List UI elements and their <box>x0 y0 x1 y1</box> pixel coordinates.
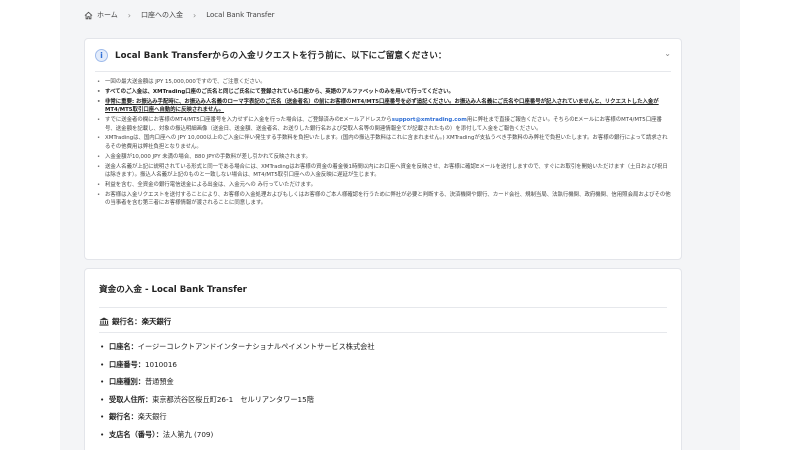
notice-title: Local Bank Transferからの入金リクエストを行う前に、以下にご留… <box>115 51 447 61</box>
chevron-down-icon[interactable]: ⌄ <box>664 49 671 58</box>
notice-item-important: 非常に重要: お振込み手配時に、お振込み人名義のローマ字表記のご氏名（送金者名）… <box>95 98 671 115</box>
chevron-right-icon: › <box>193 10 197 20</box>
detail-key: 口座種別： <box>109 377 145 386</box>
detail-key: 支店名（番号）： <box>109 429 163 439</box>
notice-item: 利益を含む、全資金の銀行電信送金による出金は、入金元への み行っていただけます。 <box>95 181 671 190</box>
support-email-link[interactable]: support@xmtrading.com <box>392 117 467 123</box>
detail-key: 口座名： <box>109 342 138 351</box>
breadcrumb: ホーム › 口座への入金 › Local Bank Transfer <box>84 9 275 21</box>
detail-account-name: 口座名：イージーコレクトアンドインターナショナルペイメントサービス株式会社 <box>99 342 667 360</box>
detail-key: 受取人住所： <box>109 394 153 404</box>
divider <box>99 307 667 308</box>
breadcrumb-deposit[interactable]: 口座への入金 <box>141 10 183 20</box>
detail-account-number: 口座番号：1010016 <box>99 360 667 378</box>
main-content: ホーム › 口座への入金 › Local Bank Transfer i Loc… <box>60 0 740 450</box>
detail-value: 東京都渋谷区桜丘町26-1 セルリアンタワー15階 <box>152 394 314 404</box>
notice-item-text: すでに送金者の欄にお客様のMT4/MT5口座番号を入力せずに入金を行った場合は、… <box>105 117 392 124</box>
detail-value: 法人第九 (709) <box>162 429 214 439</box>
notice-item: すでに送金者の欄にお客様のMT4/MT5口座番号を入力せずに入金を行った場合は、… <box>95 116 671 133</box>
breadcrumb-home[interactable]: ホーム <box>97 10 118 20</box>
bank-details-list: 口座名：イージーコレクトアンドインターナショナルペイメントサービス株式会社 口座… <box>99 342 667 447</box>
detail-account-type: 口座種別：普通預金 <box>99 377 667 395</box>
detail-value: 普通預金 <box>144 377 174 386</box>
notice-panel: i Local Bank Transferからの入金リクエストを行う前に、以下に… <box>84 38 682 260</box>
detail-key: 口座番号： <box>109 359 145 369</box>
notice-item: 送金人名義が上記に説明されている形式と同一である場合には、XMTradingはお… <box>95 163 671 180</box>
detail-branch-name: 支店名（番号）：法人第九 (709) <box>99 430 667 448</box>
detail-value: イージーコレクトアンドインターナショナルペイメントサービス株式会社 <box>137 342 375 351</box>
notice-item: 一回の最大送金額は JPY 15,000,000ですので、ご注意ください。 <box>95 78 671 87</box>
deposit-title: 資金の入金 - Local Bank Transfer <box>99 285 247 295</box>
notice-item: すべてのご入金は、XMTrading口座のご氏名と同じご氏名にて登録されている口… <box>95 88 671 97</box>
notice-header[interactable]: i Local Bank Transferからの入金リクエストを行う前に、以下に… <box>95 47 671 63</box>
notice-item: お客様は入金リクエストを送付することにより、お客様の入金処理およびもしくはお客様… <box>95 191 671 208</box>
deposit-panel: 資金の入金 - Local Bank Transfer 銀行名：楽天銀行 口座名… <box>84 268 682 450</box>
notice-item: 入金金額が10,000 JPY 未満の場合、880 JPYの手数料が差し引かれて… <box>95 153 671 162</box>
bank-icon <box>99 317 109 326</box>
notice-body: 一回の最大送金額は JPY 15,000,000ですので、ご注意ください。 すべ… <box>95 71 671 209</box>
detail-value: 楽天銀行 <box>137 412 167 421</box>
divider <box>99 332 667 333</box>
detail-beneficiary-address: 受取人住所：東京都渋谷区桜丘町26-1 セルリアンタワー15階 <box>99 395 667 413</box>
info-icon: i <box>95 48 108 62</box>
home-icon <box>84 11 93 19</box>
detail-value: 1010016 <box>144 359 177 369</box>
detail-bank-name: 銀行名：楽天銀行 <box>99 412 667 430</box>
notice-item: XMTradingは、国内口座への JPY 10,000以上のご入金に伴い発生す… <box>95 134 671 151</box>
bank-heading: 銀行名：楽天銀行 <box>99 316 171 327</box>
detail-key: 銀行名： <box>109 412 138 421</box>
bank-name-label: 銀行名：楽天銀行 <box>112 317 172 326</box>
chevron-right-icon: › <box>127 10 131 20</box>
breadcrumb-current: Local Bank Transfer <box>206 11 275 19</box>
